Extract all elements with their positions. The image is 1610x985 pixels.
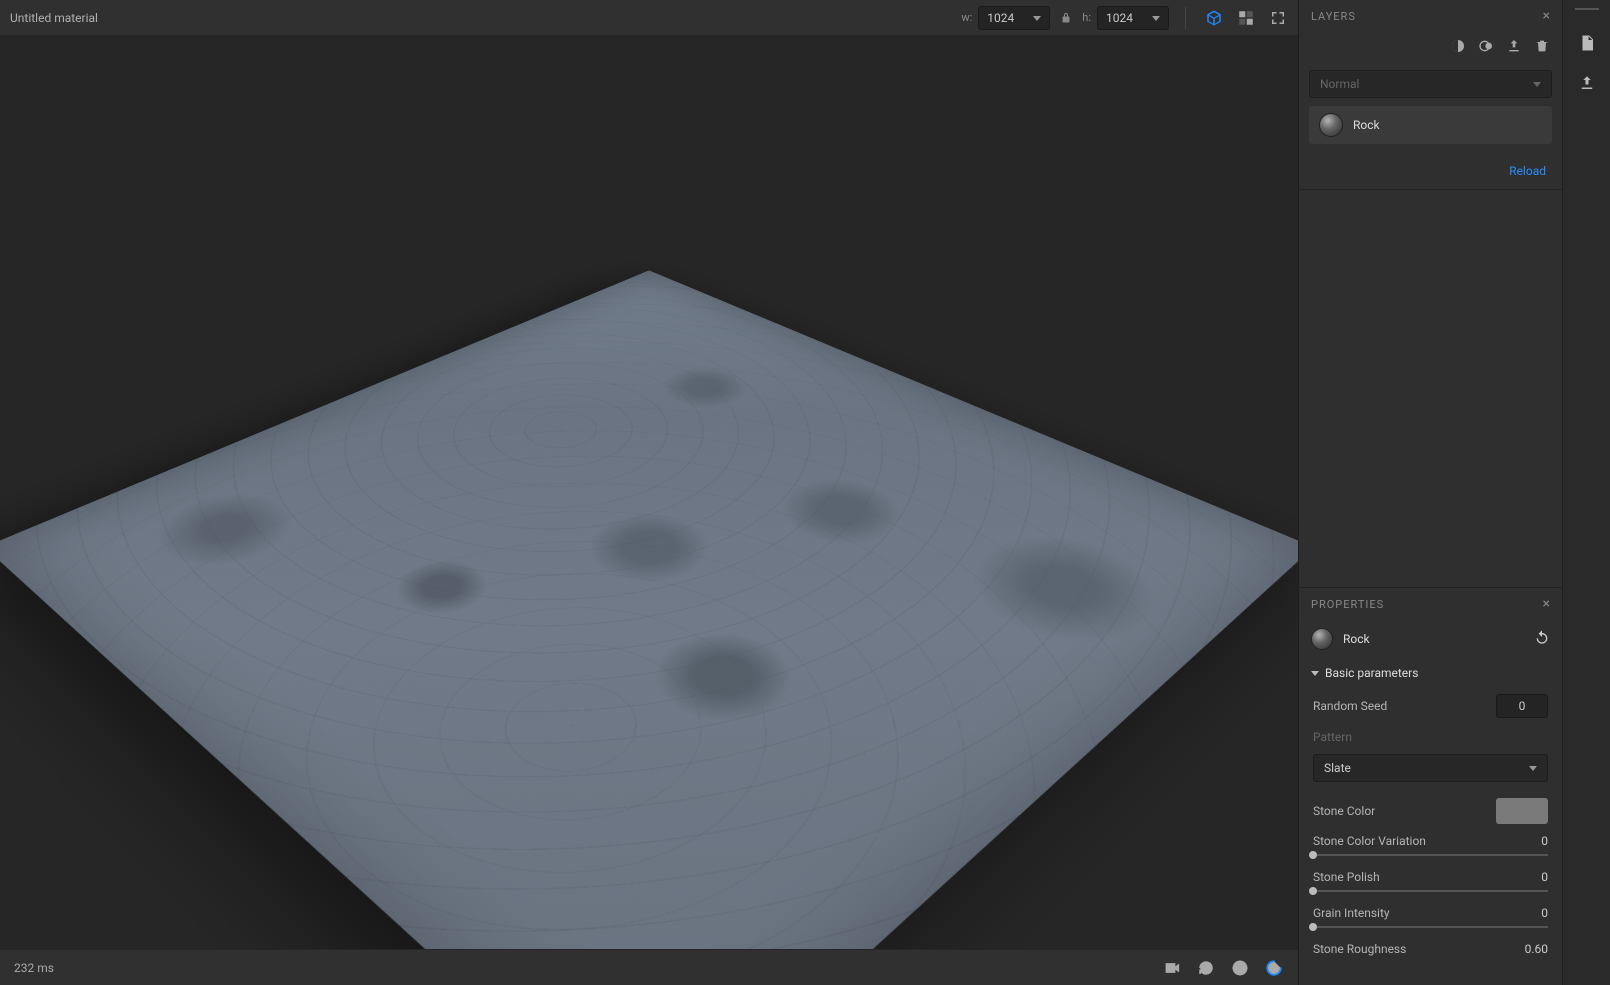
slider-stone-roughness[interactable]: Stone Roughness0.60 [1299, 938, 1562, 972]
export-icon[interactable] [1506, 38, 1522, 58]
document-title: Untitled material [10, 11, 961, 25]
checker-icon[interactable] [1236, 8, 1256, 28]
width-select[interactable]: 1024 [978, 6, 1050, 30]
undo-icon[interactable] [1534, 629, 1550, 649]
random-seed-label: Random Seed [1313, 699, 1496, 713]
layer-item-rock[interactable]: Rock [1309, 106, 1552, 144]
bottom-bar: 232 ms [0, 949, 1298, 985]
mask-icon[interactable] [1478, 38, 1494, 58]
close-properties-icon[interactable]: × [1543, 596, 1550, 612]
layer-thumb [1319, 113, 1343, 137]
material-plane [0, 271, 1298, 949]
lock-icon[interactable] [1060, 12, 1072, 24]
cube-3d-icon[interactable] [1204, 8, 1224, 28]
reload-link[interactable]: Reload [1509, 164, 1546, 178]
loading-icon[interactable] [1264, 958, 1284, 978]
drag-handle[interactable] [1575, 8, 1599, 10]
expand-icon[interactable] [1268, 8, 1288, 28]
trash-icon[interactable] [1534, 38, 1550, 58]
close-layers-icon[interactable]: × [1543, 8, 1550, 24]
stone-color-swatch[interactable] [1496, 798, 1548, 824]
top-bar: Untitled material w: 1024 h: 1024 [0, 0, 1298, 36]
pattern-label: Pattern [1313, 730, 1548, 744]
render-time: 232 ms [14, 961, 1162, 975]
contrast-icon[interactable] [1450, 38, 1466, 58]
layers-title: LAYERS [1311, 10, 1543, 23]
document-icon[interactable] [1578, 34, 1596, 56]
properties-title: PROPERTIES [1311, 598, 1543, 611]
pattern-select[interactable]: Slate [1313, 754, 1548, 782]
height-select[interactable]: 1024 [1097, 6, 1169, 30]
stone-color-label: Stone Color [1313, 804, 1496, 818]
width-label: w: [961, 11, 972, 24]
random-seed-input[interactable] [1496, 694, 1548, 718]
refresh-icon[interactable] [1196, 958, 1216, 978]
blend-mode-select[interactable]: Normal [1309, 70, 1552, 98]
height-label: h: [1082, 11, 1091, 24]
property-thumb [1311, 628, 1333, 650]
layer-name: Rock [1353, 118, 1380, 132]
far-right-toolbar [1562, 0, 1610, 985]
share-icon[interactable] [1578, 74, 1596, 96]
slider-grain-intensity[interactable]: Grain Intensity0 [1299, 902, 1562, 938]
globe-icon[interactable] [1230, 958, 1250, 978]
divider [1185, 7, 1186, 29]
camera-icon[interactable] [1162, 958, 1182, 978]
group-basic-parameters[interactable]: Basic parameters [1299, 658, 1562, 688]
slider-stone-polish[interactable]: Stone Polish0 [1299, 866, 1562, 902]
slider-stone-color-variation[interactable]: Stone Color Variation0 [1299, 830, 1562, 866]
right-panel: LAYERS × Normal Rock Reload PROPERTIES ×… [1298, 0, 1562, 985]
viewport-3d[interactable] [0, 36, 1298, 949]
property-name: Rock [1343, 632, 1524, 646]
